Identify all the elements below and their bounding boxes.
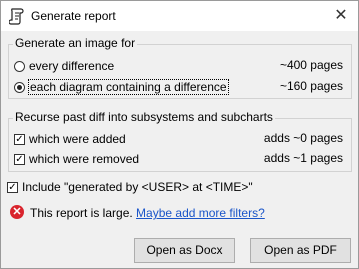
checkbox-added[interactable]: ✓ (14, 133, 25, 145)
each-diagram-label: each diagram containing a difference (28, 79, 229, 95)
open-pdf-button[interactable]: Open as PDF (250, 238, 351, 263)
removed-pages: adds ~1 pages (263, 151, 343, 165)
every-difference-pages: ~400 pages (279, 58, 343, 72)
every-difference-radio[interactable]: every difference (14, 57, 114, 75)
add-filters-link[interactable]: Maybe add more filters? (136, 206, 265, 220)
include-generated-label: Include "generated by <USER> at <TIME>" (22, 180, 253, 194)
recurse-options-group: Recurse past diff into subsystems and su… (8, 110, 352, 172)
error-icon: ✕ (10, 205, 24, 219)
warning-message: This report is large. Maybe add more fil… (30, 206, 265, 220)
image-options-label: Generate an image for (13, 36, 138, 50)
window-title: Generate report (31, 9, 116, 23)
recurse-options-label: Recurse past diff into subsystems and su… (13, 110, 275, 124)
include-generated-row[interactable]: ✓ Include "generated by <USER> at <TIME>… (7, 178, 253, 196)
added-checkbox-row[interactable]: ✓ which were added (14, 130, 126, 148)
each-diagram-radio[interactable]: each diagram containing a difference (14, 78, 229, 96)
added-label: which were added (29, 132, 126, 146)
title-bar: Generate report ✕ (1, 1, 358, 31)
each-diagram-pages: ~160 pages (279, 79, 343, 93)
generate-report-dialog: Generate report ✕ Generate an image for … (0, 0, 359, 269)
removed-checkbox-row[interactable]: ✓ which were removed (14, 150, 139, 168)
checkbox-include-generated[interactable]: ✓ (7, 181, 18, 193)
image-options-group: Generate an image for every difference ~… (8, 36, 352, 99)
close-icon[interactable]: ✕ (330, 5, 352, 27)
added-pages: adds ~0 pages (263, 131, 343, 145)
open-docx-button[interactable]: Open as Docx (134, 238, 235, 263)
every-difference-label: every difference (29, 59, 115, 73)
scroll-icon (9, 8, 24, 25)
radio-each-diagram[interactable] (14, 81, 25, 93)
removed-label: which were removed (29, 152, 140, 166)
warning-text: This report is large. (30, 206, 133, 220)
radio-every-difference[interactable] (14, 60, 25, 72)
checkbox-removed[interactable]: ✓ (14, 153, 25, 165)
